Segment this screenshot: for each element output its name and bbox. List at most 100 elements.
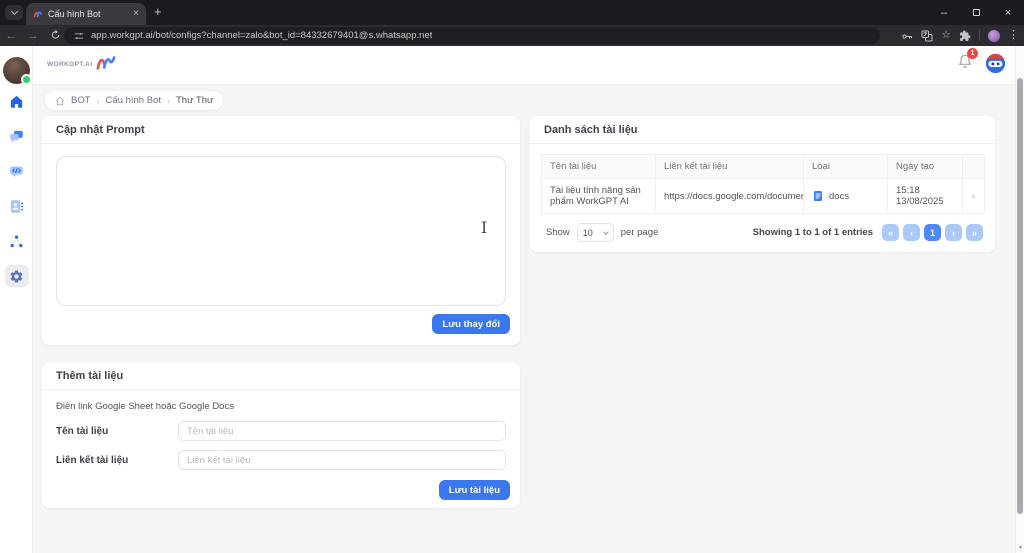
browser-profile-avatar[interactable]	[988, 30, 1000, 42]
notifications-button[interactable]: 1	[957, 53, 973, 74]
sidebar-nav	[0, 90, 33, 287]
code-chat-icon	[9, 164, 24, 179]
tab-close-icon[interactable]: ×	[133, 9, 139, 19]
reload-icon	[50, 29, 61, 40]
tab-search-button[interactable]	[5, 5, 23, 20]
sidebar-item-code-chat[interactable]	[5, 160, 29, 182]
password-key-icon[interactable]	[901, 30, 913, 42]
prompt-card: Cập nhật Prompt Lưu thay đổi	[42, 116, 520, 345]
add-document-card: Thêm tài liệu Điền link Google Sheet hoặ…	[42, 362, 520, 508]
workgpt-logo[interactable]: WORKGPT.AI	[47, 54, 117, 72]
doc-created-cell: 15:18 13/08/2025	[888, 179, 963, 214]
doc-actions-cell	[963, 179, 985, 214]
prompt-textarea[interactable]	[56, 156, 506, 306]
save-document-button[interactable]: Lưu tài liệu	[439, 480, 510, 500]
reload-button[interactable]	[44, 29, 66, 43]
maximize-icon	[973, 9, 980, 16]
breadcrumb-item-config[interactable]: Cấu hình Bot	[106, 95, 161, 106]
page-size-select[interactable]: 10	[577, 223, 614, 242]
scrollbar-thumb[interactable]	[1017, 78, 1023, 514]
last-page-button[interactable]: »	[966, 224, 983, 241]
bookmark-star-icon[interactable]: ☆	[941, 30, 951, 41]
window-minimize-button[interactable]: –	[928, 0, 960, 25]
delete-document-button[interactable]	[971, 191, 976, 202]
prompt-card-title: Cập nhật Prompt	[42, 116, 520, 144]
pagination-bar: Show 10 per page Showing 1 to 1 of 1 ent…	[546, 223, 983, 242]
per-page-label: per page	[621, 227, 659, 238]
breadcrumb: BOT › Cấu hình Bot › Thư Thư	[45, 91, 223, 110]
col-type: Loại	[804, 155, 888, 179]
breadcrumb-home-icon[interactable]	[55, 96, 65, 106]
next-page-button[interactable]: ›	[945, 224, 962, 241]
header-actions: 1	[957, 53, 1006, 74]
page-scrollbar[interactable]: ▼	[1015, 46, 1024, 553]
main-content: BOT › Cấu hình Bot › Thư Thư Cập nhật Pr…	[33, 85, 1015, 553]
chevron-down-icon	[10, 8, 17, 15]
page-size-value: 10	[583, 228, 593, 238]
app-header: WORKGPT.AI 1	[33, 46, 1024, 85]
doc-name-input[interactable]	[178, 421, 506, 441]
site-settings-icon	[74, 31, 84, 41]
browser-toolbar: ← → app.workgpt.ai/bot/configs?channel=z…	[0, 25, 1024, 46]
url-bar[interactable]: app.workgpt.ai/bot/configs?channel=zalo&…	[64, 27, 880, 44]
col-link: Liên kết tài liệu	[656, 155, 804, 179]
docs-file-icon	[812, 190, 824, 202]
breadcrumb-item-bot-name[interactable]: Thư Thư	[176, 95, 213, 106]
sidebar-item-contacts[interactable]	[5, 195, 29, 217]
first-page-button[interactable]: «	[882, 224, 899, 241]
toolbar-actions: ☆ ⋮	[901, 25, 1019, 46]
menu-kebab-icon[interactable]: ⋮	[1008, 30, 1019, 41]
window-close-button[interactable]: ×	[992, 0, 1024, 25]
back-button[interactable]: ←	[0, 30, 22, 42]
tab-title: Cấu hình Bot	[48, 9, 128, 19]
network-share-icon	[9, 234, 24, 249]
documents-list-card: Danh sách tài liệu Tên tài liệu Liên kết…	[530, 116, 995, 252]
doc-link-label: Liên kết tài liệu	[56, 455, 178, 466]
add-document-card-title: Thêm tài liệu	[42, 362, 520, 390]
extensions-icon[interactable]	[959, 30, 971, 42]
trash-icon	[971, 191, 976, 202]
new-tab-button[interactable]: +	[154, 4, 162, 19]
documents-table: Tên tài liệu Liên kết tài liệu Loại Ngày…	[541, 154, 985, 214]
page-1-button[interactable]: 1	[924, 224, 941, 241]
sidebar-item-network[interactable]	[5, 230, 29, 252]
scrollbar-down-arrow[interactable]: ▼	[1016, 545, 1024, 551]
translate-icon[interactable]	[921, 30, 933, 42]
col-name: Tên tài liệu	[542, 155, 656, 179]
add-document-helper: Điền link Google Sheet hoặc Google Docs	[56, 401, 506, 412]
bot-avatar-icon[interactable]	[985, 53, 1006, 74]
logo-ribbon-icon	[95, 54, 117, 72]
col-created: Ngày tạo	[888, 155, 963, 179]
table-row: Tài liệu tính năng sản phẩm WorkGPT AI h…	[542, 179, 985, 214]
breadcrumb-item-bot[interactable]: BOT	[71, 95, 91, 106]
forward-button[interactable]: →	[22, 30, 44, 42]
notification-count-badge: 1	[967, 48, 978, 59]
sidebar-item-home[interactable]	[5, 90, 29, 112]
user-avatar[interactable]	[3, 57, 30, 84]
chat-bubbles-icon	[9, 129, 24, 144]
contacts-icon	[9, 199, 24, 214]
doc-link-cell[interactable]: https://docs.google.com/document/...	[656, 179, 804, 214]
breadcrumb-separator: ›	[167, 96, 170, 106]
site-favicon-icon	[33, 9, 43, 19]
save-prompt-button[interactable]: Lưu thay đổi	[432, 314, 510, 334]
documents-list-title: Danh sách tài liệu	[530, 116, 995, 144]
active-tab[interactable]: Cấu hình Bot ×	[26, 3, 146, 25]
breadcrumb-separator: ›	[97, 96, 100, 106]
logo-text: WORKGPT.AI	[47, 61, 93, 72]
sidebar-item-settings[interactable]	[5, 265, 29, 287]
window-controls: – ×	[928, 0, 1024, 25]
pagination-summary: Showing 1 to 1 of 1 entries	[753, 227, 873, 238]
gear-icon	[9, 269, 24, 284]
window-maximize-button[interactable]	[960, 0, 992, 25]
show-label: Show	[546, 227, 570, 238]
sidebar-item-chats[interactable]	[5, 125, 29, 147]
online-status-badge	[21, 74, 32, 85]
prev-page-button[interactable]: ‹	[903, 224, 920, 241]
doc-type-text: docs	[829, 191, 849, 202]
doc-type-cell: docs	[804, 179, 888, 214]
doc-name-label: Tên tài liệu	[56, 426, 178, 437]
doc-link-input[interactable]	[178, 450, 506, 470]
toolbar-divider	[979, 30, 980, 41]
doc-name-cell: Tài liệu tính năng sản phẩm WorkGPT AI	[542, 179, 656, 214]
